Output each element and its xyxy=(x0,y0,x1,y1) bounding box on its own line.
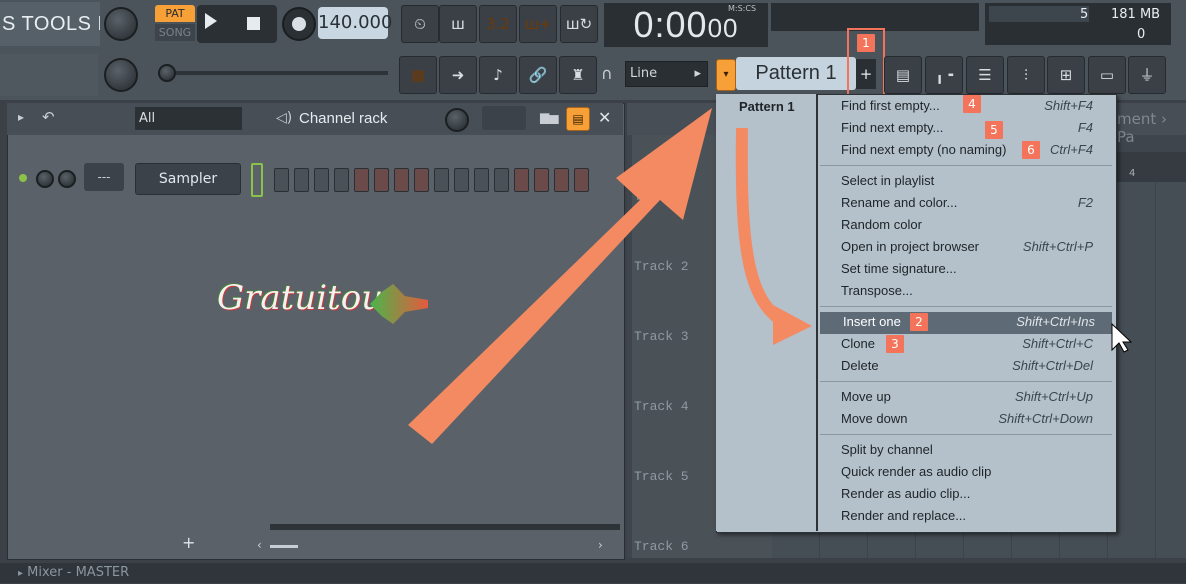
annotation-arrows xyxy=(408,108,1133,444)
mixer-status-bar: ▸ Mixer - MASTER xyxy=(0,563,1186,583)
mouse-cursor-icon xyxy=(1111,322,1133,353)
mixer-label: Mixer - MASTER xyxy=(27,565,130,580)
curved-arrow-shape xyxy=(735,127,793,332)
big-arrow-shape xyxy=(408,108,712,444)
curved-arrow-head xyxy=(773,305,812,345)
